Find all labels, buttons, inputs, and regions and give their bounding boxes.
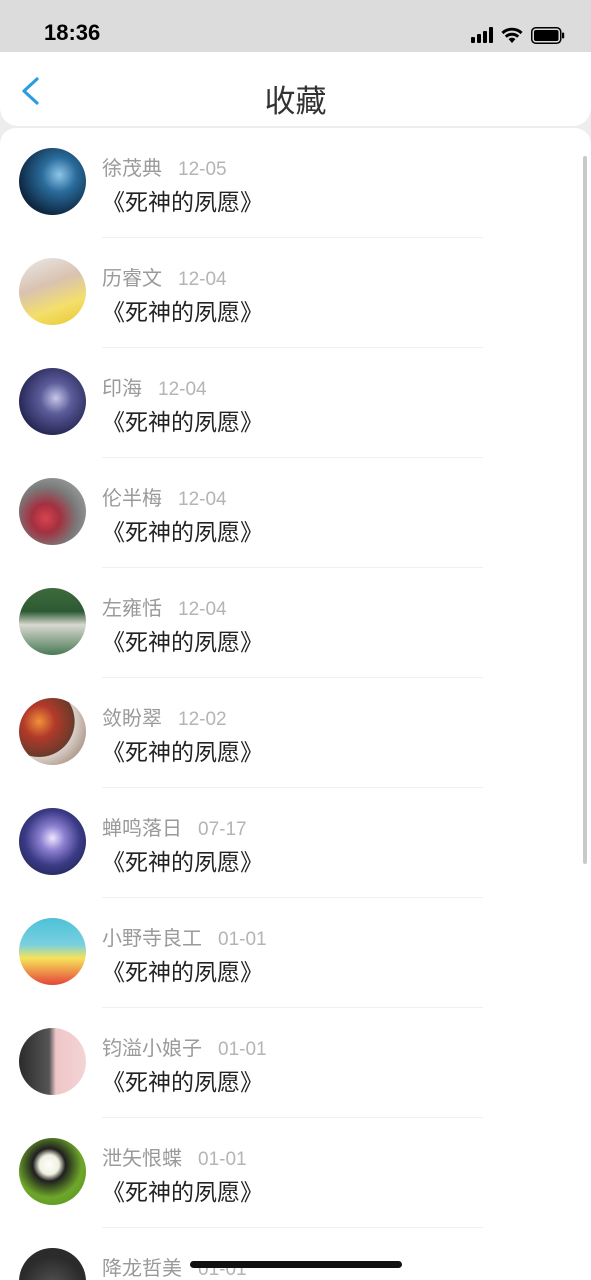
avatar[interactable] [19,1138,86,1205]
favorite-date: 01-01 [198,1149,247,1170]
avatar[interactable] [19,698,86,765]
favorite-date: 12-02 [178,709,227,730]
user-meta: 历睿文 12-04 [102,262,227,291]
status-time: 18:36 [44,20,101,45]
nav-bar: 收藏 [0,52,591,126]
favorite-item[interactable]: 左雍恬 12-04 《死神的夙愿》 [0,568,591,678]
favorite-date: 12-05 [178,159,227,180]
page-title: 收藏 [264,84,327,120]
book-title[interactable]: 《死神的夙愿》 [102,733,263,767]
avatar[interactable] [19,478,86,545]
book-title[interactable]: 《死神的夙愿》 [102,183,263,217]
avatar[interactable] [19,258,86,325]
user-name: 徐茂典 [102,156,162,180]
status-bar: 18:36 [0,0,591,52]
avatar[interactable] [19,368,86,435]
user-name: 降龙哲美 [102,1256,182,1280]
favorites-list: 徐茂典 12-05 《死神的夙愿》 历睿文 12-04 《死神的夙愿》 印海 12-04 《死神… [0,128,591,1280]
user-name: 敛盼翠 [102,706,162,730]
battery-icon [531,26,565,44]
user-meta: 泄矢恨蝶 01-01 [102,1142,247,1171]
user-name: 印海 [102,376,142,400]
favorite-item[interactable]: 徐茂典 12-05 《死神的夙愿》 [0,128,591,238]
favorite-item[interactable]: 泄矢恨蝶 01-01 《死神的夙愿》 [0,1118,591,1228]
home-indicator[interactable] [190,1261,402,1268]
favorite-item[interactable]: 蝉鸣落日 07-17 《死神的夙愿》 [0,788,591,898]
user-name: 蝉鸣落日 [102,816,182,840]
book-title[interactable]: 《死神的夙愿》 [102,513,263,547]
book-title[interactable]: 《死神的夙愿》 [102,1063,263,1097]
favorite-item[interactable]: 印海 12-04 《死神的夙愿》 [0,348,591,458]
user-name: 小野寺良工 [102,926,202,950]
avatar[interactable] [19,148,86,215]
favorite-date: 12-04 [178,599,227,620]
user-meta: 徐茂典 12-05 [102,152,227,181]
avatar[interactable] [19,918,86,985]
user-meta: 左雍恬 12-04 [102,592,227,621]
favorite-date: 12-04 [178,269,227,290]
cellular-signal-icon [471,27,493,43]
user-meta: 印海 12-04 [102,372,207,401]
favorite-item[interactable]: 敛盼翠 12-02 《死神的夙愿》 [0,678,591,788]
book-title[interactable]: 《死神的夙愿》 [102,1173,263,1207]
user-name: 历睿文 [102,266,162,290]
favorite-item[interactable]: 伦半梅 12-04 《死神的夙愿》 [0,458,591,568]
favorite-item[interactable]: 历睿文 12-04 《死神的夙愿》 [0,238,591,348]
book-title[interactable]: 《死神的夙愿》 [102,623,263,657]
user-name: 钧溢小娘子 [102,1036,202,1060]
favorite-date: 12-04 [178,489,227,510]
user-meta: 敛盼翠 12-02 [102,702,227,731]
avatar[interactable] [19,1028,86,1095]
favorite-item[interactable]: 降龙哲美 01-01 [0,1228,591,1280]
user-name: 伦半梅 [102,486,162,510]
scrollbar[interactable] [583,156,587,864]
user-meta: 钧溢小娘子 01-01 [102,1032,267,1061]
favorite-item[interactable]: 小野寺良工 01-01 《死神的夙愿》 [0,898,591,1008]
avatar[interactable] [19,1248,86,1280]
book-title[interactable]: 《死神的夙愿》 [102,843,263,877]
user-meta: 伦半梅 12-04 [102,482,227,511]
book-title[interactable]: 《死神的夙愿》 [102,953,263,987]
status-icons [471,24,565,46]
user-meta: 小野寺良工 01-01 [102,922,267,951]
avatar[interactable] [19,808,86,875]
favorite-date: 01-01 [218,929,267,950]
favorite-date: 12-04 [158,379,207,400]
book-title[interactable]: 《死神的夙愿》 [102,293,263,327]
avatar[interactable] [19,588,86,655]
favorites-list-container: 徐茂典 12-05 《死神的夙愿》 历睿文 12-04 《死神的夙愿》 印海 12-04 《死神… [0,128,591,1280]
wifi-icon [501,27,523,44]
favorite-date: 01-01 [218,1039,267,1060]
book-title[interactable]: 《死神的夙愿》 [102,403,263,437]
user-meta: 蝉鸣落日 07-17 [102,812,247,841]
favorite-item[interactable]: 钧溢小娘子 01-01 《死神的夙愿》 [0,1008,591,1118]
user-name: 泄矢恨蝶 [102,1146,182,1170]
user-name: 左雍恬 [102,596,162,620]
favorite-date: 07-17 [198,819,247,840]
